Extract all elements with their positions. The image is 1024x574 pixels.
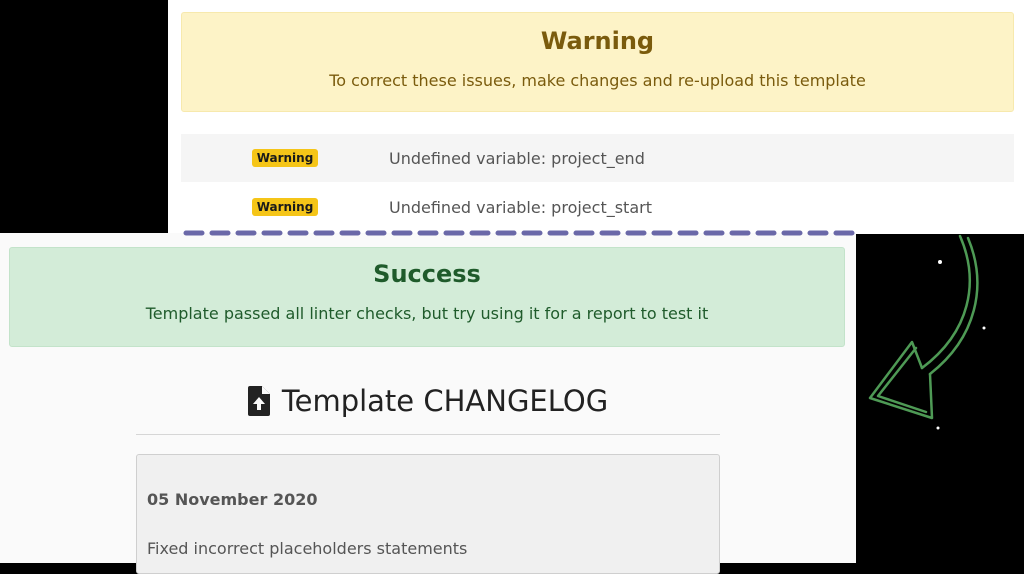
entry-date: 05 November 2020: [147, 490, 318, 509]
issue-row: Warning Undefined variable: project_end: [181, 134, 1014, 182]
success-alert: Success Template passed all linter check…: [9, 247, 845, 347]
entry-text: Fixed incorrect placeholders statements: [147, 539, 468, 558]
changelog-title: Template CHANGELOG: [281, 384, 609, 418]
divider: [136, 434, 720, 435]
warning-title: Warning: [540, 27, 655, 55]
file-upload-icon: [247, 386, 270, 416]
issue-text: Undefined variable: project_end: [389, 148, 645, 168]
issue-text: Undefined variable: project_start: [389, 197, 652, 217]
curved-arrow-icon: [868, 234, 986, 430]
warning-panel: Warning To correct these issues, make ch…: [168, 0, 1024, 234]
warning-badge: Warning: [251, 149, 319, 167]
changelog-heading: Template CHANGELOG: [136, 381, 720, 421]
success-panel: Success Template passed all linter check…: [0, 233, 856, 574]
success-message: Template passed all linter checks, but t…: [145, 304, 709, 323]
issue-row: Warning Undefined variable: project_star…: [181, 183, 1014, 231]
warning-badge: Warning: [251, 198, 319, 216]
dashed-separator: [183, 230, 859, 236]
success-title: Success: [373, 260, 481, 288]
warning-alert: Warning To correct these issues, make ch…: [181, 12, 1014, 112]
warning-message: To correct these issues, make changes an…: [329, 71, 866, 90]
changelog-entry: 05 November 2020 Fixed incorrect placeho…: [136, 454, 720, 574]
